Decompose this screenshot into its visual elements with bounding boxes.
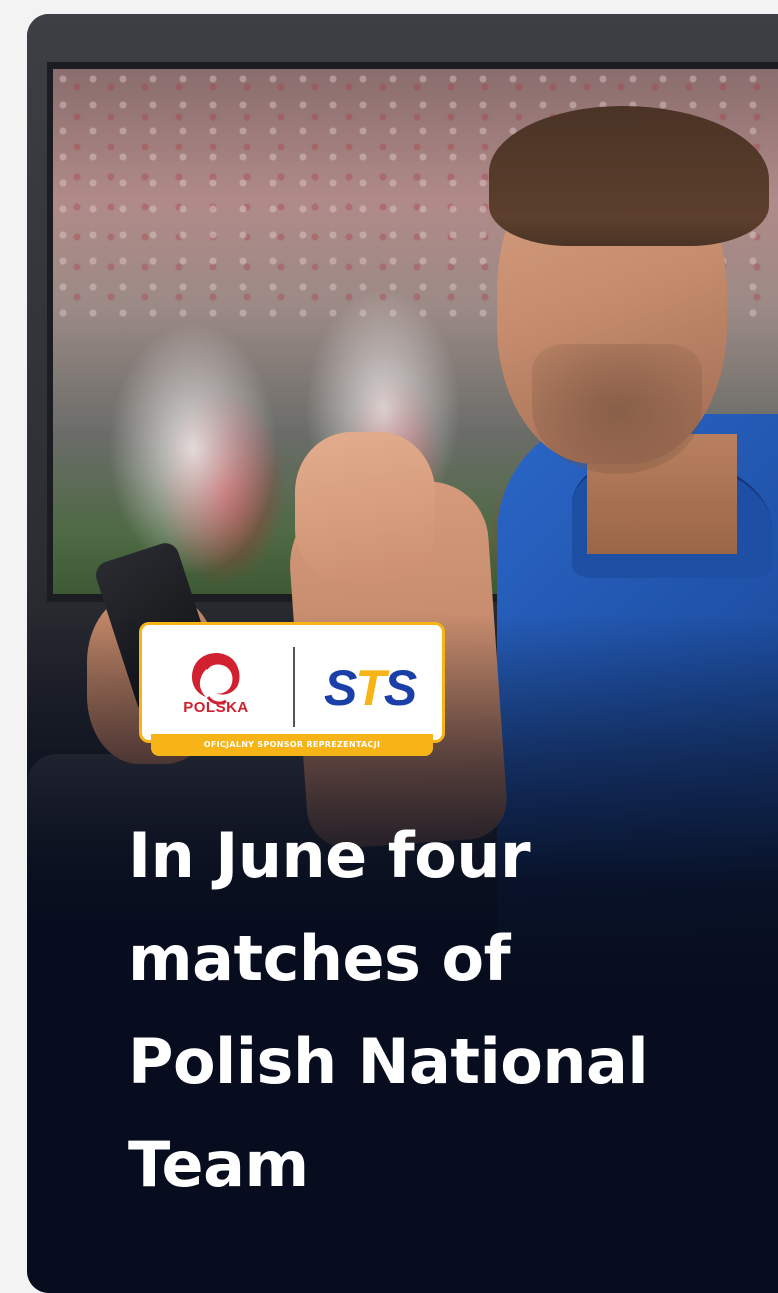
promo-headline: In June four matches of Polish National … [128, 819, 649, 1201]
sts-logo: STS [324, 659, 417, 717]
man-fist [295, 432, 435, 582]
man-hair [489, 106, 769, 246]
promo-card[interactable]: POLSKA STS OFICJALNY SPONSOR REPREZENTAC… [27, 14, 778, 1293]
sts-logo-s1: S [324, 660, 357, 716]
sponsor-badge-box: POLSKA STS [139, 622, 445, 743]
sponsor-badge: POLSKA STS OFICJALNY SPONSOR REPREZENTAC… [139, 622, 445, 758]
polska-logo-text: POLSKA [183, 699, 249, 716]
badge-divider [293, 647, 295, 727]
sponsor-strip-text: OFICJALNY SPONSOR REPREZENTACJI [151, 734, 433, 756]
sts-logo-s2: S [383, 660, 417, 716]
sts-logo-t: T [355, 660, 386, 716]
man-beard [532, 344, 702, 474]
